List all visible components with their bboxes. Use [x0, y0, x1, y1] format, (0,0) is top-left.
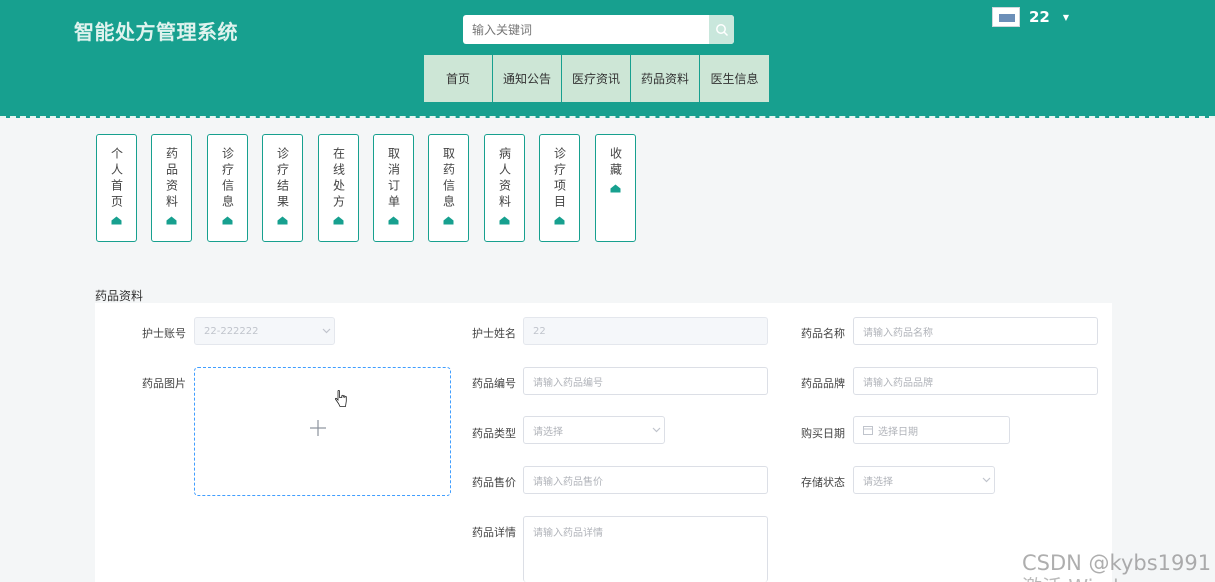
nurse-name-field: 22 [523, 317, 768, 345]
drug-name-placeholder: 请输入药品名称 [863, 327, 933, 339]
drug-name-label: 药品名称 [801, 327, 845, 340]
drug-image-upload[interactable] [194, 367, 451, 496]
home-icon [277, 216, 288, 225]
drug-brand-input[interactable]: 请输入药品品牌 [853, 367, 1098, 395]
username: 22 [1029, 8, 1050, 26]
menu-card-patient-info[interactable]: 病人资料 [484, 134, 525, 242]
drug-detail-textarea[interactable]: 请输入药品详情 [523, 516, 768, 582]
menu-card-diagnosis-result[interactable]: 诊疗结果 [262, 134, 303, 242]
drug-code-label: 药品编号 [472, 377, 516, 390]
brand-title: 智能处方管理系统 [74, 20, 238, 44]
purchase-date-label: 购买日期 [801, 427, 845, 440]
purchase-date-picker[interactable]: 选择日期 [853, 416, 1010, 444]
home-icon [111, 216, 122, 225]
nurse-account-select: 22-222222 [194, 317, 335, 345]
drug-price-placeholder: 请输入药品售价 [533, 476, 603, 488]
drug-type-select[interactable]: 请选择 [523, 416, 665, 444]
home-icon [499, 216, 510, 225]
menu-card-diagnosis-info[interactable]: 诊疗信息 [207, 134, 248, 242]
section-title: 药品资料 [95, 289, 144, 303]
home-icon [166, 216, 177, 225]
search-input[interactable] [463, 15, 709, 44]
home-icon [388, 216, 399, 225]
home-icon [222, 216, 233, 225]
storage-status-placeholder: 请选择 [863, 476, 893, 488]
drug-image-label: 药品图片 [142, 377, 186, 390]
search-box [463, 15, 734, 44]
drug-name-input[interactable]: 请输入药品名称 [853, 317, 1098, 345]
home-icon [333, 216, 344, 225]
plus-icon [310, 420, 326, 436]
storage-status-select[interactable]: 请选择 [853, 466, 995, 494]
main-nav: 首页 通知公告 医疗资讯 药品资料 医生信息 [424, 55, 769, 102]
nav-item-doctor-info[interactable]: 医生信息 [700, 55, 769, 102]
header: 智能处方管理系统 22 ▼ 首页 通知公告 医疗资讯 药品资料 医生信息 [0, 0, 1215, 118]
calendar-icon [863, 426, 873, 435]
menu-card-label: 药品资料 [164, 147, 179, 211]
drug-brand-placeholder: 请输入药品品牌 [863, 377, 933, 389]
menu-card-label: 在线处方 [331, 147, 346, 211]
drug-type-label: 药品类型 [472, 427, 516, 440]
search-icon [715, 23, 728, 36]
nav-item-medical-news[interactable]: 医疗资讯 [562, 55, 631, 102]
chevron-down-icon [648, 427, 664, 433]
user-menu[interactable]: 22 ▼ [992, 6, 1069, 28]
menu-card-pickup-info[interactable]: 取药信息 [428, 134, 469, 242]
nav-item-drug-info[interactable]: 药品资料 [631, 55, 700, 102]
menu-card-cancel-order[interactable]: 取消订单 [373, 134, 414, 242]
drug-detail-placeholder: 请输入药品详情 [533, 528, 603, 539]
drug-price-label: 药品售价 [472, 476, 516, 489]
chevron-down-icon [978, 477, 994, 483]
menu-card-label: 取药信息 [441, 147, 456, 211]
menu-card-label: 诊疗结果 [275, 147, 290, 211]
activate-windows-watermark: 激活 Windows [1022, 571, 1158, 582]
drug-code-placeholder: 请输入药品编号 [533, 377, 603, 389]
menu-card-label: 个人首页 [109, 147, 124, 211]
purchase-date-placeholder: 选择日期 [878, 426, 918, 438]
menu-card-label: 病人资料 [497, 147, 512, 211]
menu-card-online-prescription[interactable]: 在线处方 [318, 134, 359, 242]
home-icon [554, 216, 565, 225]
menu-card-label: 收藏 [608, 147, 623, 179]
menu-card-label: 诊疗信息 [220, 147, 235, 211]
home-icon [443, 216, 454, 225]
nurse-account-label: 护士账号 [142, 327, 186, 340]
drug-code-input[interactable]: 请输入药品编号 [523, 367, 768, 395]
nurse-name-label: 护士姓名 [472, 327, 516, 340]
chevron-down-icon [318, 328, 334, 334]
nav-item-home[interactable]: 首页 [424, 55, 493, 102]
storage-status-label: 存储状态 [801, 476, 845, 489]
menu-card-favorites[interactable]: 收藏 [595, 134, 636, 242]
search-button[interactable] [709, 15, 734, 44]
menu-card-label: 取消订单 [386, 147, 401, 211]
nav-item-notices[interactable]: 通知公告 [493, 55, 562, 102]
home-icon [610, 184, 621, 193]
drug-price-input[interactable]: 请输入药品售价 [523, 466, 768, 494]
menu-card-label: 诊疗项目 [552, 147, 567, 211]
menu-card-drug-info[interactable]: 药品资料 [151, 134, 192, 242]
avatar [992, 7, 1020, 27]
menu-card-personal-home[interactable]: 个人首页 [96, 134, 137, 242]
nurse-account-value: 22-222222 [204, 325, 259, 337]
drug-detail-label: 药品详情 [472, 526, 516, 539]
drug-type-placeholder: 请选择 [533, 426, 563, 438]
menu-card-diagnosis-items[interactable]: 诊疗项目 [539, 134, 580, 242]
drug-brand-label: 药品品牌 [801, 377, 845, 390]
chevron-down-icon: ▼ [1062, 12, 1070, 22]
hand-cursor-icon [335, 390, 347, 407]
nurse-name-value: 22 [533, 325, 546, 337]
